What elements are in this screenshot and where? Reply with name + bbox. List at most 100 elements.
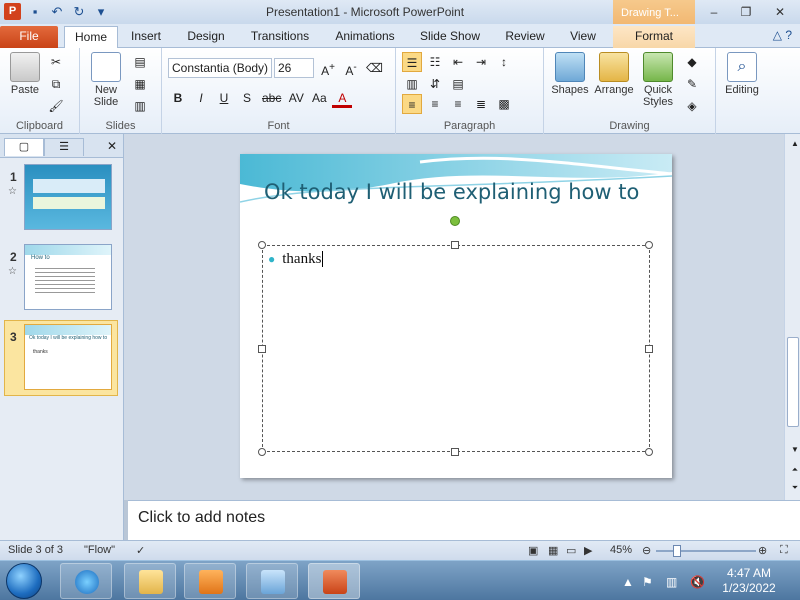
tab-review[interactable]: Review — [500, 26, 550, 48]
shapes-button[interactable]: Shapes — [548, 52, 592, 96]
zoom-out-icon[interactable]: ⊖ — [642, 544, 651, 557]
fit-to-window-icon[interactable]: ⛶ — [780, 544, 788, 557]
notes-pane[interactable]: Click to add notes — [128, 500, 800, 540]
scroll-thumb[interactable] — [787, 337, 799, 427]
resize-handle-bottom[interactable] — [451, 448, 459, 456]
slide-thumbnail-2[interactable]: How to — [24, 244, 112, 310]
bold-icon[interactable]: B — [168, 88, 188, 108]
align-right-icon[interactable]: ≡ — [448, 94, 468, 114]
line-spacing-icon[interactable]: ↕ — [494, 52, 514, 72]
scroll-down-icon[interactable]: ▼ — [785, 440, 800, 460]
resize-handle-right[interactable] — [645, 345, 653, 353]
volume-muted-icon[interactable]: 🔇 — [690, 575, 705, 589]
section-icon[interactable]: ▥ — [130, 96, 150, 116]
paste-button[interactable]: Paste — [6, 52, 44, 96]
close-button[interactable]: ✕ — [766, 3, 794, 21]
bullet-item[interactable]: ● thanks — [268, 251, 324, 268]
smartart-icon[interactable]: ▩ — [494, 94, 514, 114]
show-hidden-icons-icon[interactable]: ▲ — [622, 575, 634, 589]
previous-slide-icon[interactable]: ⏶ — [785, 460, 800, 480]
zoom-in-icon[interactable]: ⊕ — [758, 544, 767, 557]
layout-icon[interactable]: ▤ — [130, 52, 150, 72]
zoom-slider-knob[interactable] — [673, 545, 681, 557]
new-slide-button[interactable]: New Slide — [88, 52, 124, 108]
rotation-handle[interactable] — [450, 216, 460, 226]
slide-title[interactable]: Ok today I will be explaining how to — [264, 176, 656, 208]
clear-formatting-icon[interactable]: ⌫ — [364, 58, 385, 78]
zoom-level[interactable]: 45% — [610, 544, 632, 556]
tab-animations[interactable]: Animations — [330, 26, 400, 48]
columns-icon[interactable]: ▥ — [402, 74, 422, 94]
tab-format[interactable]: Format — [613, 26, 695, 48]
font-color-icon[interactable]: A — [332, 88, 353, 108]
outline-tab[interactable]: ☰ — [44, 138, 84, 156]
tab-view[interactable]: View — [562, 26, 604, 48]
start-button[interactable] — [6, 563, 42, 599]
reset-icon[interactable]: ▦ — [130, 74, 150, 94]
restore-button[interactable]: ❐ — [732, 3, 760, 21]
bullets-icon[interactable]: ☰ — [402, 52, 422, 72]
shape-outline-icon[interactable]: ✎ — [682, 74, 702, 94]
editing-button[interactable]: ⌕ Editing — [720, 52, 764, 96]
format-painter-icon[interactable]: 🖌 — [46, 96, 66, 116]
minimize-button[interactable]: – — [700, 3, 728, 21]
close-pane-icon[interactable]: ✕ — [102, 136, 122, 156]
font-name-combo[interactable]: Constantia (Body) — [168, 58, 272, 78]
slide-thumbnail-1[interactable] — [24, 164, 112, 230]
control-panel-taskbar-button[interactable] — [246, 563, 298, 599]
slide-thumbnail-3[interactable]: Ok today I will be explaining how to tha… — [24, 324, 112, 390]
cut-icon[interactable]: ✂ — [46, 52, 66, 72]
slide-sorter-icon[interactable]: ▦ — [548, 544, 558, 557]
resize-handle-bottom-left[interactable] — [258, 448, 266, 456]
justify-icon[interactable]: ≣ — [471, 94, 491, 114]
tab-insert[interactable]: Insert — [124, 26, 168, 48]
network-icon[interactable]: ▥ — [666, 575, 677, 589]
file-explorer-taskbar-button[interactable] — [124, 563, 176, 599]
vertical-scrollbar[interactable]: ▲ ▼ ⏶ ⏷ — [784, 134, 800, 500]
next-slide-icon[interactable]: ⏷ — [785, 478, 800, 498]
strikethrough-icon[interactable]: abc — [260, 88, 283, 108]
help-icon[interactable]: △ ? — [773, 28, 792, 42]
reading-view-icon[interactable]: ▭ — [566, 544, 576, 557]
underline-icon[interactable]: U — [214, 88, 234, 108]
italic-icon[interactable]: I — [191, 88, 211, 108]
content-placeholder[interactable] — [262, 245, 650, 452]
action-center-flag-icon[interactable]: ⚑ — [642, 575, 653, 589]
char-spacing-icon[interactable]: AV — [286, 88, 306, 108]
zoom-slider[interactable] — [656, 550, 756, 552]
spell-check-icon[interactable]: ✓ — [136, 544, 145, 557]
resize-handle-top[interactable] — [451, 241, 459, 249]
powerpoint-taskbar-button[interactable] — [308, 563, 360, 599]
tab-home[interactable]: Home — [64, 26, 118, 48]
quick-styles-button[interactable]: Quick Styles — [638, 52, 678, 108]
copy-icon[interactable]: ⧉ — [46, 74, 66, 94]
tab-file[interactable]: File — [0, 26, 58, 48]
shadow-icon[interactable]: S — [237, 88, 257, 108]
slides-tab[interactable]: ▢ — [4, 138, 44, 156]
scroll-up-icon[interactable]: ▲ — [785, 134, 800, 154]
grow-font-icon[interactable]: A+ — [318, 58, 338, 78]
internet-explorer-taskbar-button[interactable] — [60, 563, 112, 599]
align-text-icon[interactable]: ▤ — [448, 74, 468, 94]
text-direction-icon[interactable]: ⇵ — [425, 74, 445, 94]
tab-slide-show[interactable]: Slide Show — [414, 26, 486, 48]
resize-handle-top-left[interactable] — [258, 241, 266, 249]
slide-show-icon[interactable]: ▶ — [584, 544, 592, 557]
shape-fill-icon[interactable]: ◆ — [682, 52, 702, 72]
change-case-icon[interactable]: Aa — [309, 88, 329, 108]
shrink-font-icon[interactable]: A- — [341, 58, 361, 78]
tab-design[interactable]: Design — [180, 26, 232, 48]
arrange-button[interactable]: Arrange — [592, 52, 636, 96]
align-left-icon[interactable]: ≡ — [402, 94, 422, 114]
media-player-taskbar-button[interactable] — [184, 563, 236, 599]
normal-view-icon[interactable]: ▣ — [528, 544, 538, 557]
decrease-indent-icon[interactable]: ⇤ — [448, 52, 468, 72]
resize-handle-left[interactable] — [258, 345, 266, 353]
numbering-icon[interactable]: ☷ — [425, 52, 445, 72]
resize-handle-top-right[interactable] — [645, 241, 653, 249]
current-slide[interactable]: Ok today I will be explaining how to ● th… — [240, 154, 672, 478]
shape-effects-icon[interactable]: ◈ — [682, 96, 702, 116]
system-clock[interactable]: 4:47 AM 1/23/2022 — [716, 566, 782, 596]
font-size-combo[interactable]: 26 — [274, 58, 314, 78]
align-center-icon[interactable]: ≡ — [425, 94, 445, 114]
